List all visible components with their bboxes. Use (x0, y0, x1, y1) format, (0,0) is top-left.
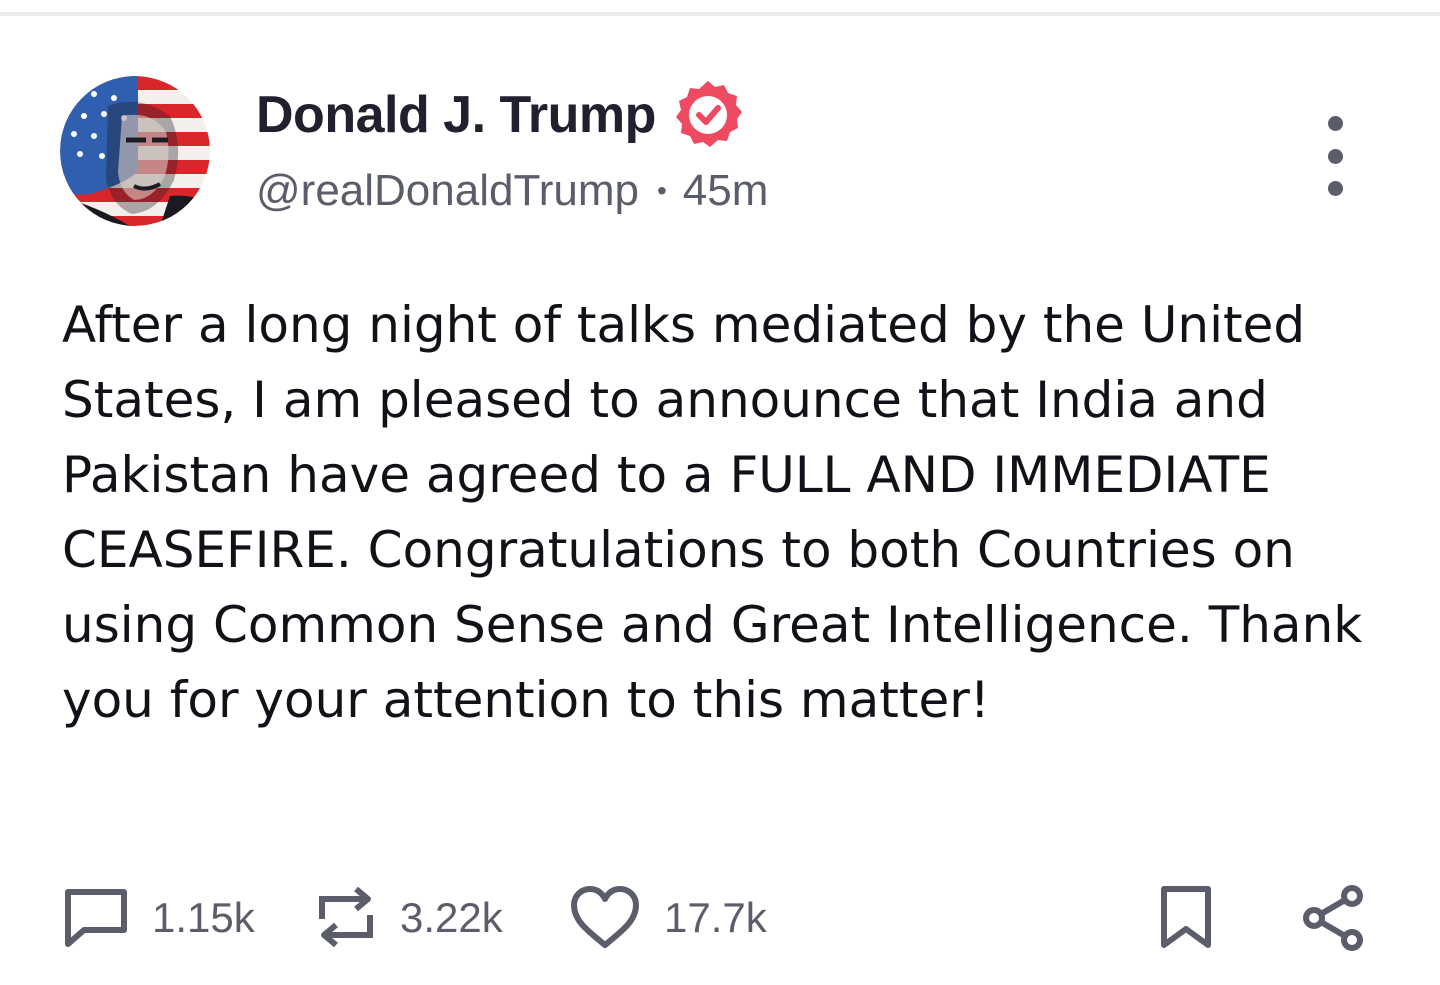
share-icon (1303, 885, 1363, 951)
author-handle[interactable]: @realDonaldTrump (256, 166, 639, 216)
post-timestamp[interactable]: 45m (683, 166, 769, 216)
post-body-text: After a long night of talks mediated by … (62, 296, 1363, 729)
reply-count: 1.15k (152, 894, 255, 941)
share-button[interactable] (1300, 878, 1366, 958)
heart-icon (571, 886, 639, 948)
avatar-image (60, 76, 210, 226)
meta-separator: • (656, 175, 667, 206)
repost-count: 3.22k (400, 894, 503, 941)
bookmark-button[interactable] (1158, 878, 1214, 958)
like-button[interactable]: 17.7k (568, 878, 767, 958)
post-actions-bar: 1.15k 3.22k 17.7k (62, 878, 1382, 958)
post-card: Donald J. Trump @realDonaldTrump • 45m A… (0, 16, 1440, 985)
more-options-icon[interactable] (1310, 116, 1360, 196)
bookmark-icon (1161, 886, 1211, 948)
comment-icon (65, 889, 127, 947)
author-display-name[interactable]: Donald J. Trump (256, 85, 656, 145)
avatar[interactable] (60, 76, 210, 226)
author-name-row: Donald J. Trump (256, 80, 746, 150)
repost-button[interactable]: 3.22k (314, 878, 503, 958)
reply-button[interactable]: 1.15k (62, 878, 255, 958)
author-meta: @realDonaldTrump • 45m (256, 162, 768, 220)
repost-icon (319, 886, 373, 948)
verified-badge-icon (675, 81, 742, 147)
like-count: 17.7k (664, 894, 767, 941)
